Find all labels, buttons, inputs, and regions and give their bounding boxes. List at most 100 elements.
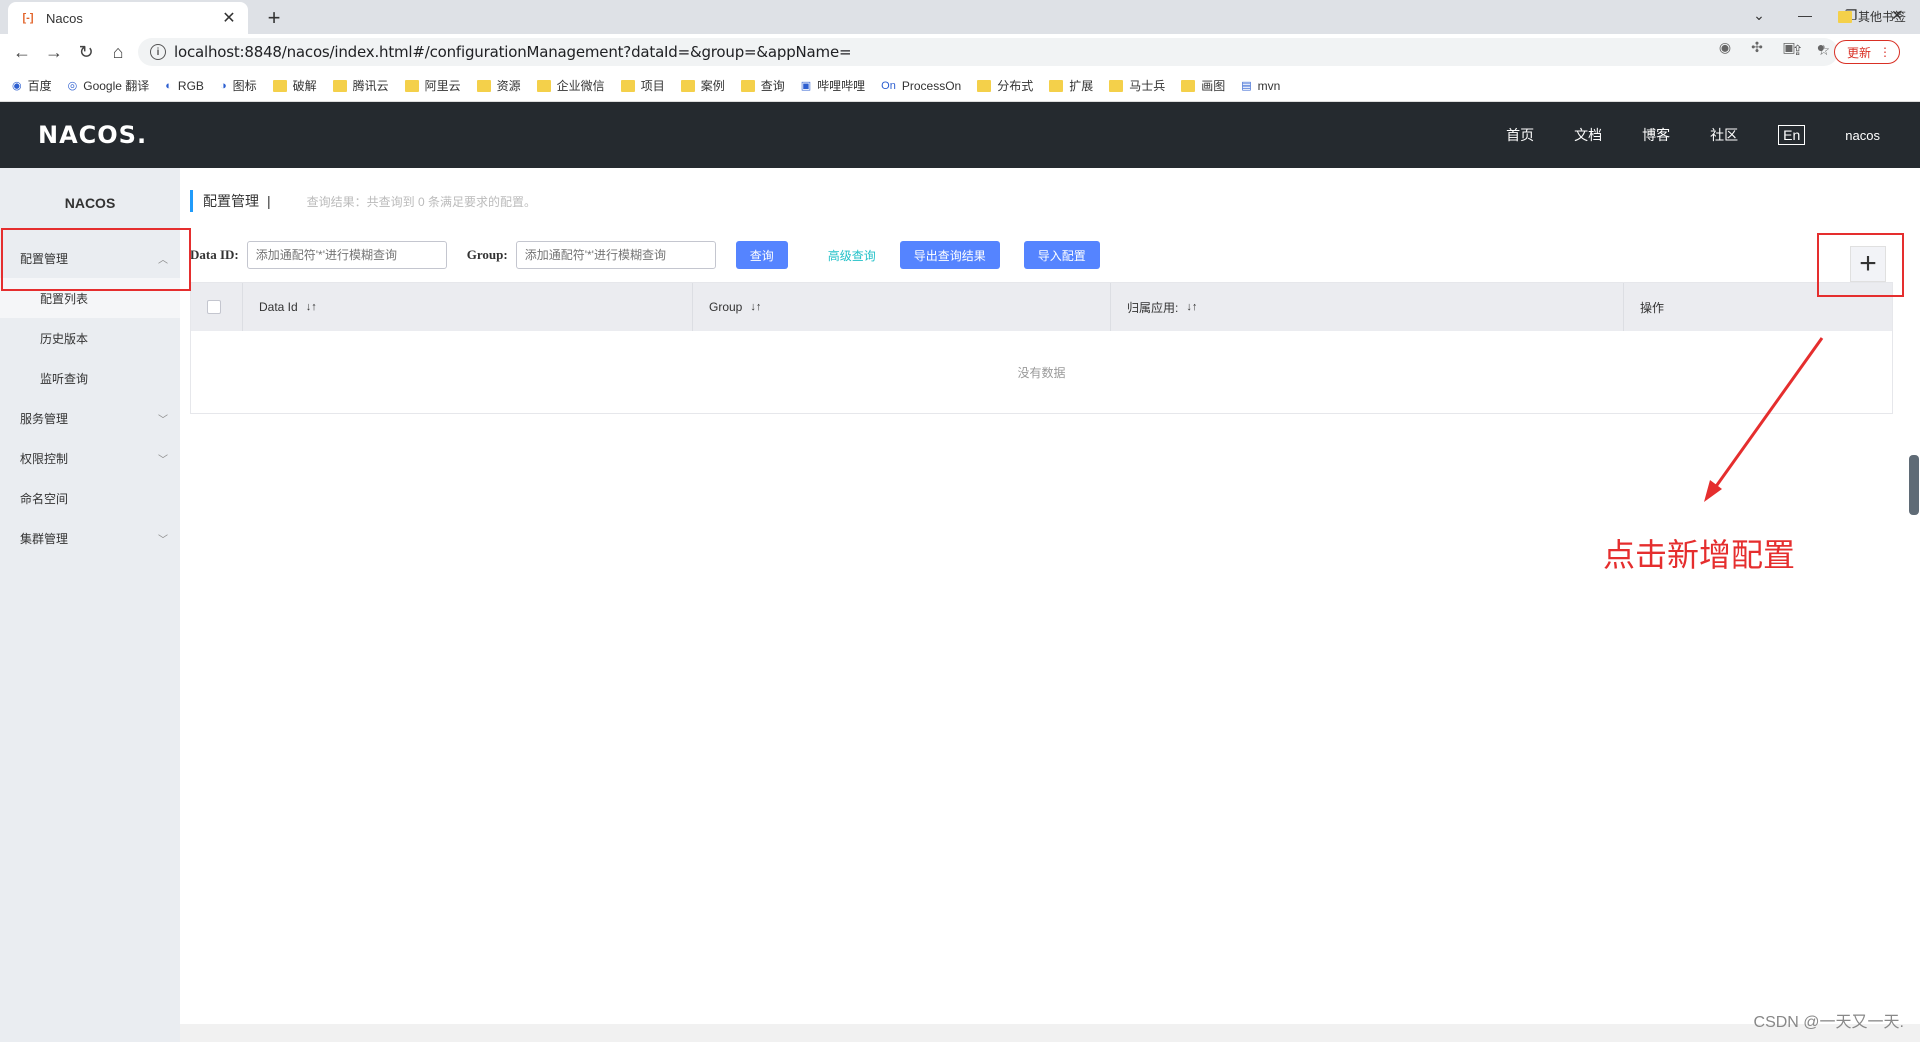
column-label: 归属应用: bbox=[1127, 300, 1179, 315]
advanced-query-link[interactable]: 高级查询 bbox=[828, 247, 876, 264]
puzzle-icon[interactable]: ✣ bbox=[1748, 38, 1766, 56]
page-title: 配置管理 bbox=[203, 193, 259, 209]
folder-icon bbox=[977, 79, 992, 92]
column-label: 操作 bbox=[1640, 300, 1665, 315]
sidebar-item-listener-query[interactable]: 监听查询 bbox=[0, 358, 180, 398]
bookmark-item[interactable]: 腾讯云 bbox=[332, 77, 389, 94]
user-menu[interactable]: nacos bbox=[1845, 128, 1880, 143]
bookmarks-bar: ◉ 百度 ◎ Google 翻译 ◐ RGB ◑ 图标 破解 腾讯云 阿里云 资源 企业微信 项目 案例 查询… bbox=[0, 70, 1920, 102]
site-info-icon[interactable]: i bbox=[150, 44, 166, 60]
sidebar-item-label: 集群管理 bbox=[20, 531, 69, 546]
group-label: Group: bbox=[466, 247, 508, 262]
folder-icon bbox=[1049, 79, 1064, 92]
nav-blog[interactable]: 博客 bbox=[1642, 125, 1670, 145]
sidebar-item-namespace[interactable]: 命名空间 bbox=[0, 478, 180, 518]
home-icon[interactable]: ⌂ bbox=[102, 36, 134, 68]
query-button[interactable]: 查询 bbox=[735, 241, 788, 269]
top-nav: 首页 文档 博客 社区 En nacos bbox=[1466, 102, 1880, 168]
bookmark-label: 查询 bbox=[760, 79, 785, 93]
bookmark-item[interactable]: 破解 bbox=[272, 77, 317, 94]
reload-icon[interactable]: ↻ bbox=[70, 36, 102, 68]
bookmark-item[interactable]: ▣ 哔哩哔哩 bbox=[801, 77, 865, 94]
sidebar-item-history[interactable]: 历史版本 bbox=[0, 318, 180, 358]
sidebar-item-label: 服务管理 bbox=[20, 411, 69, 426]
folder-icon bbox=[476, 79, 491, 92]
bookmark-item[interactable]: 查询 bbox=[740, 77, 785, 94]
nacos-logo[interactable]: NACOS. bbox=[38, 121, 147, 149]
sidebar-item-cluster-management[interactable]: 集群管理 ﹀ bbox=[0, 518, 180, 558]
title-separator: | bbox=[267, 193, 271, 209]
browser-toolbar: ← → ↻ ⌂ i localhost:8848/nacos/index.htm… bbox=[0, 34, 1920, 70]
bookmark-label: ProcessOn bbox=[901, 78, 962, 93]
bookmark-label: 破解 bbox=[292, 79, 317, 93]
bookmark-item[interactable]: 分布式 bbox=[977, 77, 1033, 94]
sidebar-item-label: 权限控制 bbox=[20, 451, 69, 466]
bookmark-item[interactable]: ◎ Google 翻译 bbox=[68, 77, 150, 94]
minimize-icon[interactable]: — bbox=[1782, 0, 1828, 30]
bookmark-label: Google 翻译 bbox=[83, 79, 150, 93]
browser-tab[interactable]: [-] Nacos ✕ bbox=[8, 2, 248, 34]
bookmark-item[interactable]: 画图 bbox=[1181, 77, 1225, 94]
watermark: CSDN @一天又一天. bbox=[1753, 1014, 1904, 1031]
folder-icon bbox=[620, 79, 635, 92]
sidebar-item-permission-control[interactable]: 权限控制 ﹀ bbox=[0, 438, 180, 478]
folder-icon bbox=[536, 79, 551, 92]
bookmark-label: 案例 bbox=[700, 79, 725, 93]
horizontal-scrollbar[interactable] bbox=[180, 1024, 1920, 1042]
sidebar-item-service-management[interactable]: 服务管理 ﹀ bbox=[0, 398, 180, 438]
new-tab-icon[interactable]: + bbox=[260, 4, 288, 32]
bookmark-item[interactable]: 项目 bbox=[620, 77, 665, 94]
tab-search-icon[interactable]: ⌄ bbox=[1736, 0, 1782, 30]
column-app[interactable]: 归属应用: ↓↑ bbox=[1111, 283, 1624, 331]
bookmark-label: 资源 bbox=[496, 79, 521, 93]
folder-icon bbox=[1181, 79, 1196, 92]
import-button[interactable]: 导入配置 bbox=[1023, 241, 1100, 269]
column-dataid[interactable]: Data Id ↓↑ bbox=[243, 283, 693, 331]
close-tab-icon[interactable]: ✕ bbox=[220, 8, 238, 28]
bookmark-item[interactable]: 马士兵 bbox=[1109, 77, 1165, 94]
bookmark-item[interactable]: ◑ 图标 bbox=[220, 77, 257, 94]
site-icon: ◑ bbox=[219, 79, 227, 92]
select-all-checkbox[interactable] bbox=[207, 300, 221, 314]
address-bar[interactable]: i localhost:8848/nacos/index.html#/confi… bbox=[138, 38, 1838, 66]
bookmark-item[interactable]: 扩展 bbox=[1049, 77, 1093, 94]
export-button[interactable]: 导出查询结果 bbox=[899, 241, 1000, 269]
bookmark-item[interactable]: ◉ 百度 bbox=[12, 77, 52, 94]
vertical-scroll-thumb[interactable] bbox=[1909, 455, 1919, 515]
bookmark-item[interactable]: 案例 bbox=[680, 77, 725, 94]
other-bookmarks[interactable]: 其他书签 bbox=[1837, 8, 1906, 25]
chevron-down-icon: ﹀ bbox=[158, 414, 168, 426]
bookmark-item[interactable]: 资源 bbox=[476, 77, 521, 94]
column-label: Group bbox=[709, 300, 743, 314]
annotation-arrow bbox=[1704, 337, 1824, 502]
url-text[interactable]: localhost:8848/nacos/index.html#/configu… bbox=[174, 43, 852, 61]
site-icon: ◉ bbox=[12, 80, 22, 92]
browser-tabstrip: [-] Nacos ✕ + ⌄ — ❐ ✕ bbox=[0, 0, 1920, 34]
extension-icon[interactable]: ◉ bbox=[1716, 38, 1734, 56]
bookmark-item[interactable]: 阿里云 bbox=[404, 77, 461, 94]
menu-dots-icon: ⋮ bbox=[1879, 45, 1891, 59]
profile-icon[interactable]: ● bbox=[1812, 38, 1830, 56]
extension-icons: ◉ ✣ ▣ ● bbox=[1716, 38, 1830, 56]
bookmark-label: 扩展 bbox=[1069, 79, 1094, 93]
bookmark-item[interactable]: On ProcessOn bbox=[881, 79, 961, 93]
forward-icon[interactable]: → bbox=[38, 36, 70, 68]
dataid-input[interactable] bbox=[246, 241, 447, 269]
sort-icon[interactable]: ↓↑ bbox=[306, 301, 317, 313]
group-input[interactable] bbox=[515, 241, 716, 269]
nav-docs[interactable]: 文档 bbox=[1574, 125, 1602, 145]
nav-home[interactable]: 首页 bbox=[1506, 125, 1534, 145]
bookmark-item[interactable]: 企业微信 bbox=[536, 77, 605, 94]
update-button[interactable]: 更新 ⋮ bbox=[1833, 40, 1900, 64]
sort-icon[interactable]: ↓↑ bbox=[750, 301, 761, 313]
side-panel-icon[interactable]: ▣ bbox=[1780, 38, 1798, 56]
language-toggle[interactable]: En bbox=[1778, 125, 1806, 145]
column-group[interactable]: Group ↓↑ bbox=[693, 283, 1111, 331]
nav-community[interactable]: 社区 bbox=[1710, 125, 1738, 145]
sort-icon[interactable]: ↓↑ bbox=[1186, 301, 1197, 313]
tab-title: Nacos bbox=[46, 10, 83, 26]
sidebar-item-label: 监听查询 bbox=[40, 371, 89, 386]
bookmark-item[interactable]: ▤ mvn bbox=[1241, 79, 1280, 93]
bookmark-item[interactable]: ◐ RGB bbox=[165, 79, 204, 93]
back-icon[interactable]: ← bbox=[6, 36, 38, 68]
